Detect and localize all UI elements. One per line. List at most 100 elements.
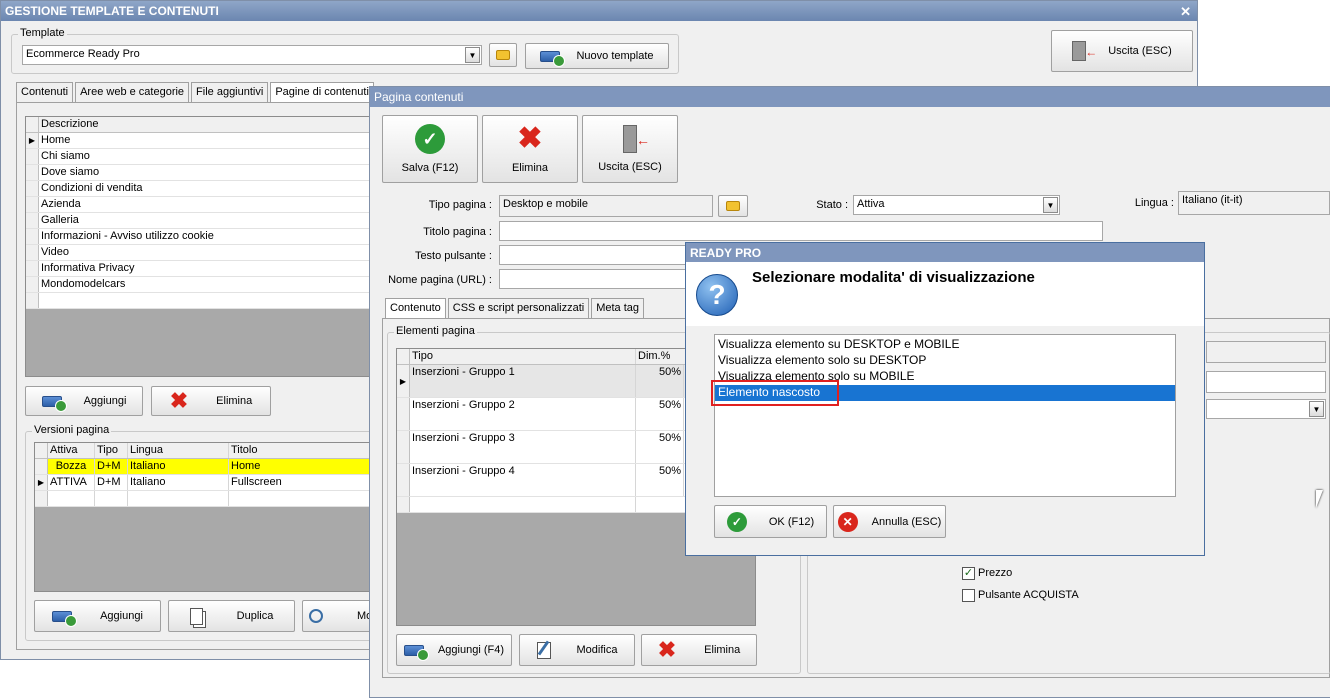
- exit-door-icon: ←: [1072, 41, 1097, 61]
- table-row[interactable]: Bozza D+M Italiano Home: [35, 459, 373, 475]
- add-icon: [403, 644, 429, 661]
- add-version-label: Aggiungi: [100, 610, 143, 622]
- versions-grid: Attiva Tipo Lingua Titolo Bozza D+M Ital…: [34, 442, 374, 592]
- table-row[interactable]: Video: [26, 245, 374, 261]
- checkbox-buy[interactable]: [962, 589, 975, 602]
- table-row[interactable]: Informativa Privacy: [26, 261, 374, 277]
- add-page-label: Aggiungi: [83, 395, 127, 407]
- pages-grid: Descrizione ▶ Home Chi siamo Dove siamo C…: [25, 116, 375, 377]
- status-label: Stato :: [816, 199, 848, 211]
- row-indicator-icon: ▶: [26, 133, 39, 148]
- dialog-title: READY PRO: [686, 243, 1204, 262]
- add-element-label: Aggiungi (F4): [437, 644, 505, 656]
- tab-aree-web[interactable]: Aree web e categorie: [75, 82, 190, 102]
- table-row[interactable]: Galleria: [26, 213, 374, 229]
- cancel-circle-icon: ✕: [837, 511, 858, 532]
- content-tabs: Contenuto CSS e script personalizzati Me…: [385, 298, 646, 318]
- versions-grid-header: Attiva Tipo Lingua Titolo: [35, 443, 373, 459]
- add-version-button[interactable]: Aggiungi: [34, 600, 161, 632]
- checkbox-price-label: Prezzo: [978, 567, 1013, 579]
- tab-css-script[interactable]: CSS e script personalizzati: [447, 298, 590, 318]
- table-row[interactable]: Informazioni - Avviso utilizzo cookie: [26, 229, 374, 245]
- delete-icon: ✖: [517, 122, 543, 155]
- page-name-input[interactable]: [499, 269, 689, 289]
- dialog-message: Selezionare modalita' di visualizzazione: [752, 269, 1035, 286]
- chevron-down-icon[interactable]: ▼: [465, 47, 480, 63]
- tab-file-aggiuntivi[interactable]: File aggiuntivi: [191, 82, 269, 102]
- tab-meta-tag[interactable]: Meta tag: [591, 298, 645, 318]
- ready-pro-dialog: READY PRO ? Selezionare modalita' di vis…: [685, 242, 1205, 556]
- delete-icon: ✖: [657, 637, 677, 662]
- main-window-title: GESTIONE TEMPLATE E CONTENUTI: [1, 1, 1197, 21]
- add-element-button[interactable]: Aggiungi (F4): [396, 634, 512, 666]
- cancel-button[interactable]: ✕ Annulla (ESC): [833, 505, 946, 538]
- page-title-input[interactable]: [499, 221, 1103, 241]
- duplicate-version-button[interactable]: Duplica: [168, 600, 295, 632]
- template-select-value: Ecommerce Ready Pro: [26, 48, 140, 60]
- main-exit-label: Uscita (ESC): [1108, 45, 1172, 57]
- add-icon: [540, 50, 566, 67]
- template-select[interactable]: Ecommerce Ready Pro ▼: [22, 45, 482, 65]
- folder-icon: [496, 50, 510, 60]
- preview-version-button[interactable]: Mo: [302, 600, 374, 632]
- delete-page-button[interactable]: ✖ Elimina: [151, 386, 271, 416]
- property-field-2[interactable]: [1206, 371, 1326, 393]
- table-row[interactable]: Azienda: [26, 197, 374, 213]
- save-label: Salva (F12): [401, 162, 459, 174]
- delete-element-button[interactable]: ✖ Elimina: [641, 634, 757, 666]
- edit-element-button[interactable]: Modifica: [519, 634, 635, 666]
- tab-contenuti[interactable]: Contenuti: [16, 82, 74, 102]
- ok-label: OK (F12): [768, 515, 815, 528]
- tab-pagine-contenuti[interactable]: Pagine di contenuti: [270, 82, 374, 102]
- open-template-button[interactable]: [489, 43, 517, 67]
- delete-element-label: Elimina: [704, 644, 741, 656]
- page-type-field: Desktop e mobile: [499, 195, 713, 217]
- table-row[interactable]: Mondomodelcars: [26, 277, 374, 293]
- language-field: Italiano (it-it): [1178, 191, 1330, 215]
- template-group-label: Template: [18, 27, 67, 39]
- chevron-down-icon[interactable]: ▼: [1309, 401, 1324, 417]
- edit-element-label: Modifica: [576, 644, 618, 656]
- page-type-folder-button[interactable]: [718, 195, 748, 217]
- add-page-button[interactable]: Aggiungi: [25, 386, 143, 416]
- delete-button[interactable]: ✖ Elimina: [482, 115, 578, 183]
- col-descrizione: Descrizione: [39, 117, 374, 132]
- table-row[interactable]: Dove siamo: [26, 165, 374, 181]
- checkbox-price[interactable]: ✓: [962, 567, 975, 580]
- save-button[interactable]: ✓ Salva (F12): [382, 115, 478, 183]
- table-row-empty[interactable]: [35, 491, 373, 507]
- check-circle-icon: ✓: [726, 511, 747, 532]
- exit-button[interactable]: ← Uscita (ESC): [582, 115, 678, 183]
- row-indicator-icon: ▶: [397, 365, 410, 397]
- table-row[interactable]: Condizioni di vendita: [26, 181, 374, 197]
- table-row[interactable]: ▶ ATTIVA D+M Italiano Fullscreen: [35, 475, 373, 491]
- duplicate-version-label: Duplica: [236, 610, 274, 622]
- row-indicator-icon: ▶: [35, 475, 48, 490]
- table-row-empty[interactable]: [26, 293, 374, 309]
- chevron-down-icon[interactable]: ▼: [1043, 197, 1058, 213]
- page-name-label: Nome pagina (URL) :: [388, 274, 492, 286]
- checkbox-buy-label: Pulsante ACQUISTA: [978, 589, 1079, 601]
- tab-contenuto[interactable]: Contenuto: [385, 298, 446, 318]
- delete-page-label: Elimina: [216, 395, 253, 407]
- add-icon: [52, 610, 78, 627]
- button-text-input[interactable]: [499, 245, 689, 265]
- ok-button[interactable]: ✓ OK (F12): [714, 505, 827, 538]
- table-row[interactable]: Chi siamo: [26, 149, 374, 165]
- duplicate-icon: [189, 607, 203, 625]
- close-icon[interactable]: ✕: [1180, 4, 1191, 20]
- edit-icon: [536, 640, 551, 659]
- main-exit-button[interactable]: ← Uscita (ESC): [1051, 30, 1193, 72]
- main-tabs: Contenuti Aree web e categorie File aggi…: [16, 82, 376, 102]
- table-row[interactable]: ▶ Home: [26, 133, 374, 149]
- property-select[interactable]: ▼: [1206, 399, 1326, 419]
- display-mode-list: Visualizza elemento su DESKTOP e MOBILE …: [714, 334, 1176, 497]
- new-template-label: Nuovo template: [576, 50, 654, 62]
- list-item[interactable]: Visualizza elemento solo su DESKTOP: [715, 353, 1175, 369]
- question-icon: ?: [696, 274, 738, 316]
- page-title-label: Titolo pagina :: [423, 226, 492, 238]
- status-select[interactable]: Attiva ▼: [853, 195, 1060, 215]
- language-label: Lingua :: [1134, 197, 1174, 209]
- new-template-button[interactable]: Nuovo template: [525, 43, 669, 69]
- list-item[interactable]: Visualizza elemento su DESKTOP e MOBILE: [715, 337, 1175, 353]
